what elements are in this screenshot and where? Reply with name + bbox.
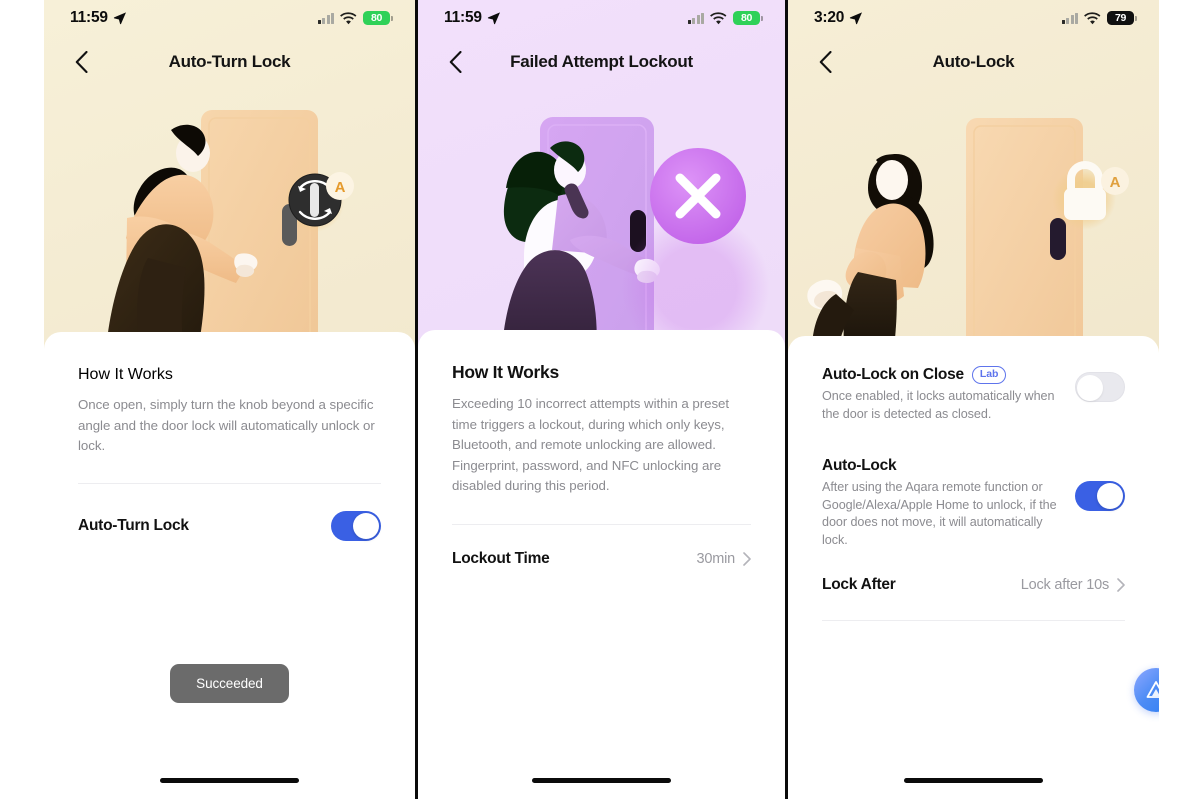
navigation-bar: Failed Attempt Lockout — [418, 36, 785, 88]
cellular-signal-icon — [687, 12, 704, 24]
page-title: Failed Attempt Lockout — [510, 52, 693, 71]
battery-icon: 80 — [363, 11, 393, 25]
lockout-time-row[interactable]: Lockout Time 30min — [452, 550, 751, 568]
section-divider — [78, 482, 381, 484]
auto-lock-texts: Auto-Lock After using the Aqara remote f… — [822, 457, 1066, 549]
lock-after-value-group: Lock after 10s — [1021, 577, 1125, 593]
cellular-signal-icon — [1061, 12, 1078, 24]
lock-after-label: Lock After — [822, 576, 896, 593]
auto-lock-row[interactable]: Auto-Lock After using the Aqara remote f… — [822, 423, 1125, 549]
home-indicator[interactable] — [788, 778, 1159, 783]
lockout-time-label: Lockout Time — [452, 549, 550, 567]
auto-lock-toggle[interactable] — [1075, 481, 1125, 511]
section-divider — [452, 523, 751, 525]
bottom-divider — [822, 620, 1125, 621]
auto-lock-on-close-texts: Auto-Lock on Close Lab Once enabled, it … — [822, 366, 1066, 423]
how-it-works-body: Exceeding 10 incorrect attempts within a… — [452, 396, 730, 494]
status-time: 11:59 — [444, 9, 482, 26]
auto-turn-lock-toggle[interactable] — [331, 510, 381, 541]
status-indicators: 80 — [687, 11, 763, 25]
status-bar: 3:20 79 — [788, 0, 1159, 36]
how-it-works-heading: How It Works — [452, 362, 559, 382]
auto-lock-label: Auto-Lock — [822, 457, 897, 474]
wifi-icon — [710, 11, 727, 24]
toast-container: Succeeded — [44, 664, 415, 703]
wifi-icon — [1084, 11, 1101, 24]
auto-lock-on-close-title-line: Auto-Lock on Close Lab — [822, 366, 1066, 384]
lockout-time-value-group: 30min — [697, 551, 752, 567]
cellular-signal-icon — [317, 12, 334, 24]
auto-lock-on-close-row[interactable]: Auto-Lock on Close Lab Once enabled, it … — [822, 336, 1125, 423]
phone-screen-auto-turn-lock: 11:59 80 Auto-Turn Lock A How It Works O… — [44, 0, 415, 799]
battery-level: 79 — [1107, 11, 1134, 25]
status-time: 3:20 — [814, 9, 845, 26]
person-walking-away-from-locked-door-illustration: A — [807, 118, 1129, 348]
lock-after-value: Lock after 10s — [1020, 577, 1109, 593]
info-sheet: How It Works Once open, simply turn the … — [44, 332, 415, 799]
toggle-knob — [1097, 483, 1123, 509]
lab-badge: Lab — [971, 366, 1007, 384]
lockout-time-value: 30min — [696, 550, 736, 567]
screenshot-stage: 11:59 80 Auto-Turn Lock A How It Works O… — [0, 0, 1200, 799]
auto-turn-lock-row[interactable]: Auto-Turn Lock — [78, 510, 381, 541]
battery-icon: 80 — [733, 11, 763, 25]
auto-turn-lock-label: Auto-Turn Lock — [78, 516, 189, 534]
auto-lock-description: After using the Aqara remote function or… — [822, 480, 1057, 547]
triangle-logo-icon — [1146, 681, 1159, 698]
chevron-right-icon — [1117, 578, 1125, 592]
panel2-illustration — [418, 88, 785, 348]
panel3-illustration: A — [788, 88, 1159, 348]
phone-screen-failed-attempt-lockout: 11:59 80 Failed Attempt Lockout How It W… — [418, 0, 785, 799]
battery-level: 80 — [733, 11, 760, 25]
battery-level: 80 — [363, 11, 390, 25]
home-indicator[interactable] — [44, 778, 415, 783]
panel1-illustration: A — [44, 88, 415, 348]
how-it-works-body: Once open, simply turn the knob beyond a… — [78, 397, 375, 454]
navigation-bar: Auto-Lock — [788, 36, 1159, 88]
location-arrow-icon — [113, 12, 126, 25]
page-title: Auto-Lock — [932, 52, 1015, 71]
wifi-icon — [340, 11, 357, 24]
home-indicator[interactable] — [418, 778, 785, 783]
info-sheet: How It Works Exceeding 10 incorrect atte… — [418, 330, 785, 799]
status-indicators: 79 — [1061, 11, 1137, 25]
auto-lock-on-close-label: Auto-Lock on Close — [822, 366, 964, 383]
person-blocked-at-door-illustration — [502, 117, 770, 348]
phone-screen-auto-lock: 3:20 79 Auto-Lock A Auto-Lock on Close L… — [788, 0, 1159, 799]
toggle-knob — [353, 512, 379, 539]
status-time-group: 11:59 — [70, 9, 127, 27]
auto-lock-on-close-toggle[interactable] — [1075, 372, 1125, 402]
status-indicators: 80 — [317, 11, 393, 25]
toggle-knob — [1077, 375, 1103, 401]
lock-after-row[interactable]: Lock After Lock after 10s — [822, 576, 1125, 594]
right-gutter — [1159, 0, 1200, 799]
auto-lock-title-line: Auto-Lock — [822, 457, 1066, 475]
navigation-bar: Auto-Turn Lock — [44, 36, 415, 88]
settings-sheet: Auto-Lock on Close Lab Once enabled, it … — [788, 336, 1159, 799]
person-turning-door-knob-illustration: A — [106, 110, 354, 348]
status-bar: 11:59 80 — [44, 0, 415, 36]
auto-lock-on-close-description: Once enabled, it locks automatically whe… — [822, 389, 1055, 421]
svg-text:A: A — [335, 179, 346, 196]
left-gutter — [0, 0, 44, 799]
status-bar: 11:59 80 — [418, 0, 785, 36]
succeeded-toast: Succeeded — [170, 664, 289, 703]
how-it-works-heading: How It Works — [78, 366, 173, 383]
battery-tip — [391, 15, 393, 21]
battery-icon: 79 — [1107, 11, 1137, 25]
battery-tip — [761, 15, 763, 21]
location-arrow-icon — [850, 12, 863, 25]
chevron-right-icon — [743, 552, 751, 566]
status-time: 11:59 — [70, 9, 108, 26]
page-title: Auto-Turn Lock — [168, 52, 291, 71]
battery-tip — [1135, 15, 1137, 21]
location-arrow-icon — [487, 12, 500, 25]
status-time-group: 11:59 — [444, 9, 501, 27]
status-time-group: 3:20 — [814, 9, 863, 27]
svg-text:A: A — [1110, 174, 1121, 191]
